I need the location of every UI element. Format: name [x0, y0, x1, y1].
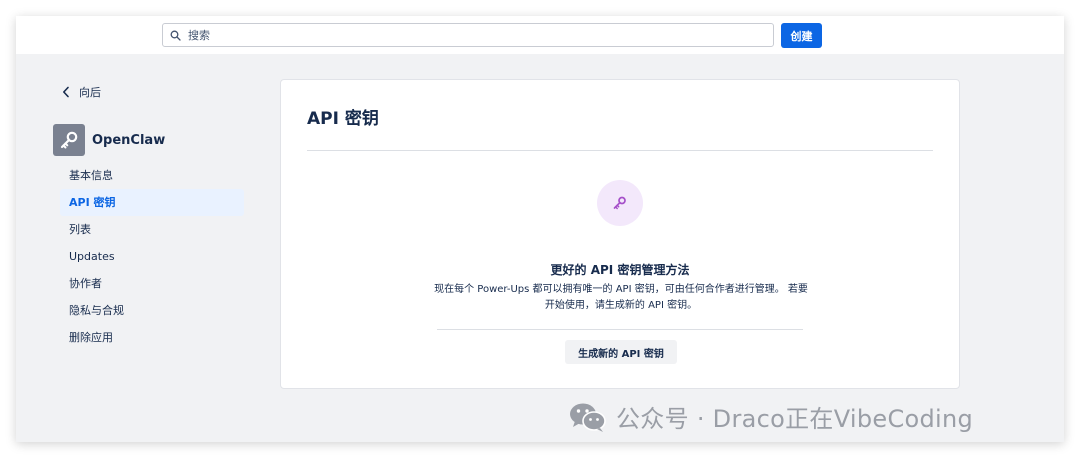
title-divider	[307, 150, 933, 151]
back-label: 向后	[79, 86, 101, 99]
sidebar-item-listing[interactable]: 列表	[60, 216, 244, 243]
page-title: API 密钥	[307, 109, 379, 129]
sidebar-item-delete-app[interactable]: 删除应用	[60, 324, 244, 351]
app-window: 创建 向后 OpenClaw 基本信息 API 密钥 列表 Updates 协作…	[16, 16, 1064, 442]
watermark: 公众号 · Draco正在VibeCoding	[568, 399, 973, 434]
search-icon	[170, 30, 181, 41]
key-icon	[60, 131, 78, 149]
empty-state-divider	[437, 329, 803, 330]
sidebar-item-api-key[interactable]: API 密钥	[60, 189, 244, 216]
key-icon	[613, 196, 626, 210]
search-input[interactable]	[186, 27, 750, 43]
watermark-text: 公众号 · Draco正在VibeCoding	[616, 405, 974, 433]
back-link[interactable]: 向后	[62, 84, 101, 100]
sidebar-item-collaborators[interactable]: 协作者	[60, 270, 244, 297]
app-header: OpenClaw	[53, 124, 165, 156]
search-box[interactable]	[162, 23, 774, 47]
sidebar-nav: 基本信息 API 密钥 列表 Updates 协作者 隐私与合规 删除应用	[60, 162, 244, 351]
create-button[interactable]: 创建	[781, 23, 822, 48]
app-avatar	[53, 124, 85, 156]
app-name: OpenClaw	[92, 132, 166, 148]
generate-api-key-button[interactable]: 生成新的 API 密钥	[565, 340, 677, 364]
chevron-left-icon	[62, 86, 69, 98]
sidebar-item-privacy-compliance[interactable]: 隐私与合规	[60, 297, 244, 324]
top-bar: 创建	[16, 16, 1064, 54]
empty-state-illustration	[597, 180, 643, 226]
sidebar-item-updates[interactable]: Updates	[60, 243, 244, 270]
wechat-icon	[570, 403, 606, 432]
empty-state-description: 现在每个 Power-Ups 都可以拥有唯一的 API 密钥，可由任何合作者进行…	[434, 284, 808, 311]
empty-state-heading: 更好的 API 密钥管理方法	[550, 263, 690, 277]
api-key-card: API 密钥 更好的 API 密钥管理方法 现在每个 Power-Ups 都可以…	[280, 79, 960, 389]
sidebar-item-basic-info[interactable]: 基本信息	[60, 162, 244, 189]
